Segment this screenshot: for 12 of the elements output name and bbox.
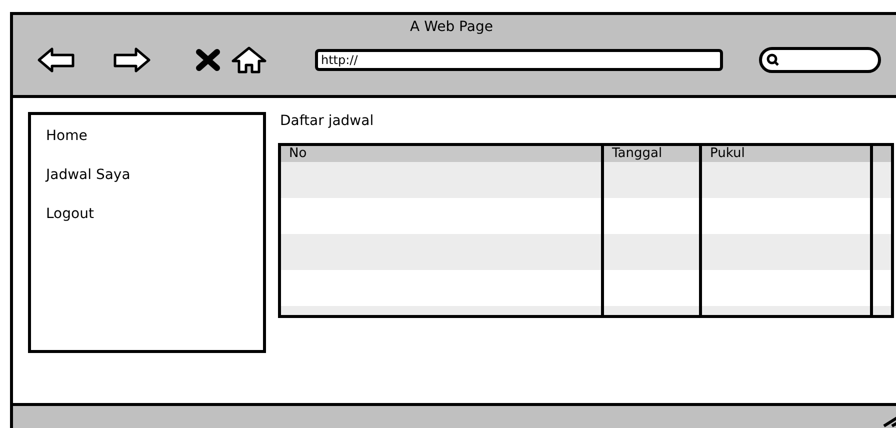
window-title: A Web Page xyxy=(410,20,493,34)
search-field[interactable] xyxy=(759,47,881,73)
forward-arrow-icon[interactable] xyxy=(113,47,151,73)
url-field[interactable]: http:// xyxy=(315,49,723,71)
sidebar-item[interactable]: Home xyxy=(46,129,88,143)
page-heading: Daftar jadwal xyxy=(280,114,375,128)
home-icon[interactable] xyxy=(231,46,267,74)
close-icon[interactable] xyxy=(195,48,221,72)
search-icon xyxy=(766,53,780,67)
back-arrow-icon[interactable] xyxy=(37,47,75,73)
sidebar-item[interactable]: Jadwal Saya xyxy=(46,168,130,182)
sidebar-item[interactable]: Logout xyxy=(46,207,94,221)
